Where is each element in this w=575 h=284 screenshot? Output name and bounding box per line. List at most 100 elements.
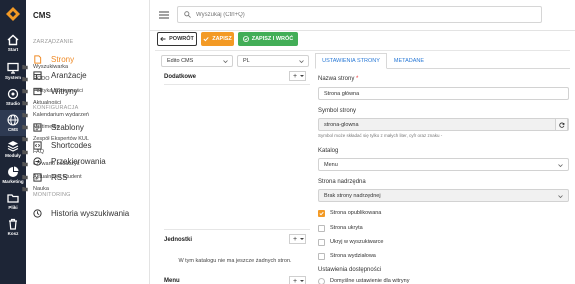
catalog-select[interactable]: Menu <box>318 158 569 171</box>
tab-metadata[interactable]: METADANE <box>389 53 429 69</box>
chevron-down-icon <box>299 60 304 64</box>
tab-page-settings[interactable]: USTAWIENIA STRONY <box>315 53 387 69</box>
tree-item[interactable]: FAQ <box>22 147 132 157</box>
published-checkbox[interactable]: Strona opublikowana <box>318 209 381 217</box>
tree-item[interactable]: Multimedia <box>22 122 132 132</box>
hidden-checkbox[interactable]: Strona ukryta <box>318 224 363 232</box>
globe-icon <box>7 114 19 126</box>
save-and-back-button[interactable]: ZAPISZ I WRÓĆ <box>238 32 298 46</box>
tree-item[interactable]: RODO <box>22 74 132 84</box>
tree-item-label: Polityka dostępności <box>33 88 84 94</box>
checkbox-box[interactable] <box>318 209 325 217</box>
plus-icon: + <box>293 277 298 284</box>
hide-in-search-checkbox[interactable]: Ukryj w wyszukiwarce <box>318 238 383 246</box>
checkbox-label: Strona opublikowana <box>330 210 382 216</box>
rail-label: Moduły <box>5 153 21 158</box>
hamburger-menu-icon[interactable] <box>159 11 169 19</box>
section-label-management: ZARZĄDZANIE <box>33 39 74 45</box>
parent-page-label: Strona nadrzędna <box>318 179 366 185</box>
tree-item[interactable]: Aktualności <box>22 98 132 108</box>
menu-title: Menu <box>164 278 180 284</box>
radio-dot[interactable] <box>318 277 325 284</box>
toolbar-divider <box>155 50 570 51</box>
tree-item[interactable]: Zespół Ekspertów KUL <box>22 134 132 144</box>
rail-label: System <box>4 75 21 80</box>
checkbox-box[interactable] <box>318 224 325 232</box>
tree-item-label: Aktualności Student <box>33 174 82 180</box>
tree-item[interactable]: Wyszukiwarka <box>22 62 132 72</box>
studio-icon <box>7 88 19 100</box>
page-symbol-field[interactable]: strona-glowna <box>318 118 569 131</box>
tree-item-label: FAQ <box>33 149 45 155</box>
caret-down-icon <box>300 238 304 240</box>
site-select-value: Edito CMS <box>167 58 194 64</box>
checkbox-box[interactable] <box>318 252 325 260</box>
folder-icon <box>22 187 28 192</box>
parent-page-select[interactable]: Brak strony nadrzędnej <box>318 189 569 202</box>
tree-item[interactable]: Nauka <box>22 184 132 194</box>
save-button[interactable]: ZAPISZ <box>201 32 234 46</box>
dodatkowe-title: Dodatkowe <box>164 74 197 80</box>
folder-icon <box>22 89 28 94</box>
add-page-jednostki-button[interactable]: + <box>289 234 306 244</box>
checkbox-label: Ukryj w wyszukiwarce <box>330 239 384 245</box>
form-tabs: USTAWIENIA STRONY METADANE <box>315 53 570 69</box>
trash-icon <box>9 218 17 230</box>
app-logo-icon <box>6 7 20 21</box>
search-input[interactable] <box>196 11 496 18</box>
rail-label: Start <box>7 47 19 52</box>
page-name-label: Nazwa strony * <box>318 76 359 82</box>
monitor-icon <box>7 62 19 74</box>
rail-label: Studio <box>6 101 20 106</box>
site-select[interactable]: Edito CMS <box>161 55 233 67</box>
page-name-field[interactable]: Strona główna <box>318 87 569 100</box>
tree-item[interactable]: Aktualności Student <box>22 172 132 182</box>
caret-down-icon <box>300 75 304 77</box>
search-icon <box>184 11 191 18</box>
checkbox-label: Strona wydziałowa <box>330 253 376 259</box>
accessibility-default-radio[interactable]: Domyślne ustawienie dla witryny <box>318 277 409 284</box>
tree-item[interactable]: Polityka dostępności <box>22 86 132 96</box>
check-icon <box>319 211 324 215</box>
arrow-left-icon <box>160 36 166 42</box>
check-icon <box>203 37 209 42</box>
rail-label: Kosz <box>7 231 19 236</box>
tree-item-label: Wyszukiwarka <box>33 64 69 70</box>
tree-item-label: Co warto zobaczyć <box>33 161 80 167</box>
history-icon <box>33 208 42 218</box>
tree-item[interactable]: Kalendarium wydarzeń <box>22 110 132 120</box>
add-page-dodatkowe-button[interactable]: + <box>289 71 306 81</box>
catalog-select-value: Menu <box>324 161 338 168</box>
rail-item-trash[interactable]: Kosz <box>0 214 26 240</box>
page-symbol-value: strona-glowna <box>324 121 359 128</box>
language-select-value: PL <box>243 58 250 64</box>
plus-icon: + <box>293 235 298 243</box>
panel-divider <box>164 84 310 85</box>
regenerate-symbol-button[interactable] <box>555 118 568 131</box>
chevron-down-icon <box>223 60 228 64</box>
search-box[interactable] <box>177 6 542 23</box>
folder-icon <box>22 150 28 155</box>
faculty-page-checkbox[interactable]: Strona wydziałowa <box>318 252 376 260</box>
empty-catalog-message: W tym katalogu nie ma jeszcze żadnych st… <box>178 258 292 264</box>
rail-label: CMS <box>8 127 18 132</box>
home-icon <box>7 34 19 46</box>
save-button-label: ZAPISZ <box>212 36 232 42</box>
sidebar-item-search-history[interactable]: Historia wyszukiwania <box>33 206 147 220</box>
layers-icon <box>7 141 19 152</box>
tree-item-label: Zespół Ekspertów KUL <box>33 136 89 142</box>
top-bar <box>150 0 575 31</box>
tree-item-label: Nauka <box>33 186 49 192</box>
folder-icon <box>22 101 28 106</box>
back-button[interactable]: POWRÓT <box>157 32 197 46</box>
rail-label: Marketing <box>2 179 24 184</box>
tree-item-label: RODO <box>33 76 50 82</box>
tree-item-label: Kalendarium wydarzeń <box>33 112 89 118</box>
checkbox-box[interactable] <box>318 238 325 246</box>
add-page-menu-button[interactable]: + <box>289 276 306 284</box>
language-select[interactable]: PL <box>237 55 309 67</box>
sidebar-item-label: Historia wyszukiwania <box>51 208 130 218</box>
chevron-down-icon <box>558 164 563 168</box>
rail-item-start[interactable]: Start <box>0 30 26 56</box>
tree-item[interactable]: Co warto zobaczyć <box>22 159 132 169</box>
